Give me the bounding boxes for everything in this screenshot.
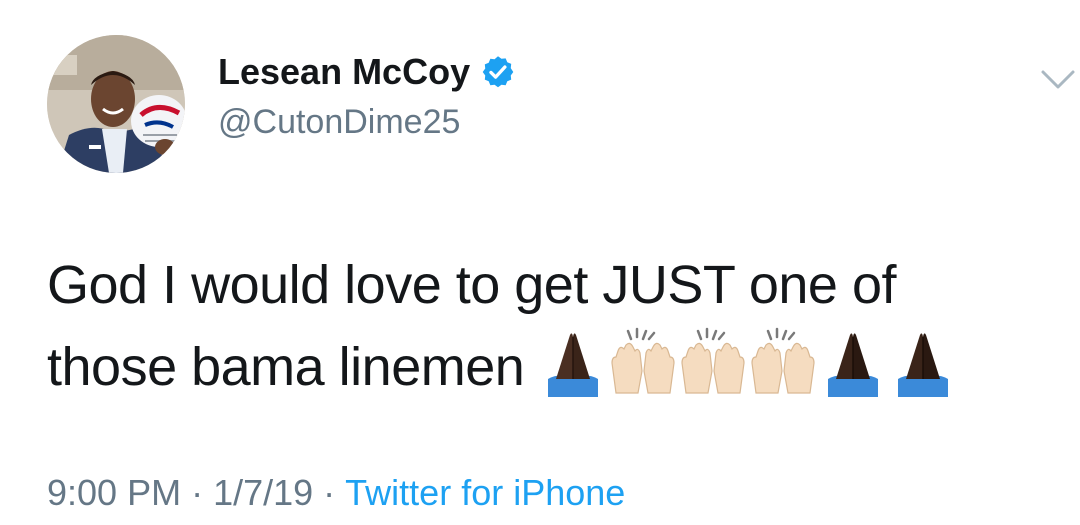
tweet-date[interactable]: 1/7/19: [213, 472, 313, 514]
tweet-text: God I would love to get JUST one of thos…: [47, 244, 1057, 408]
avatar-image: [47, 35, 185, 173]
meta-separator: ·: [191, 472, 204, 513]
avatar[interactable]: [47, 35, 185, 173]
raised-hands-light-icon: [748, 327, 818, 397]
tweet-source-link[interactable]: Twitter for iPhone: [345, 472, 625, 514]
tweet-text-line-1: God I would love to get JUST one of: [47, 255, 897, 315]
tweet-time[interactable]: 9:00 PM: [47, 472, 181, 514]
tweet-text-line-2: those bama linemen: [47, 326, 1057, 408]
folded-hands-dark-icon: [538, 327, 608, 397]
display-name[interactable]: Lesean McCoy: [218, 51, 470, 93]
author-handle[interactable]: @CutonDime25: [218, 103, 460, 142]
meta-separator: ·: [323, 472, 336, 513]
raised-hands-light-icon: [608, 327, 678, 397]
chevron-down-icon[interactable]: [1040, 68, 1076, 92]
author-name-row[interactable]: Lesean McCoy: [218, 50, 516, 94]
folded-hands-dark-icon: [888, 327, 958, 397]
verified-badge-icon: [480, 54, 516, 90]
tweet-meta: 9:00 PM · 1/7/19 · Twitter for iPhone: [47, 472, 625, 514]
raised-hands-light-icon: [678, 327, 748, 397]
tweet-card: Lesean McCoy @CutonDime25 God I would lo…: [0, 0, 1080, 525]
tweet-text-line-2-words: those bama linemen: [47, 337, 525, 397]
emoji-row: [538, 327, 958, 397]
folded-hands-dark-icon: [818, 327, 888, 397]
